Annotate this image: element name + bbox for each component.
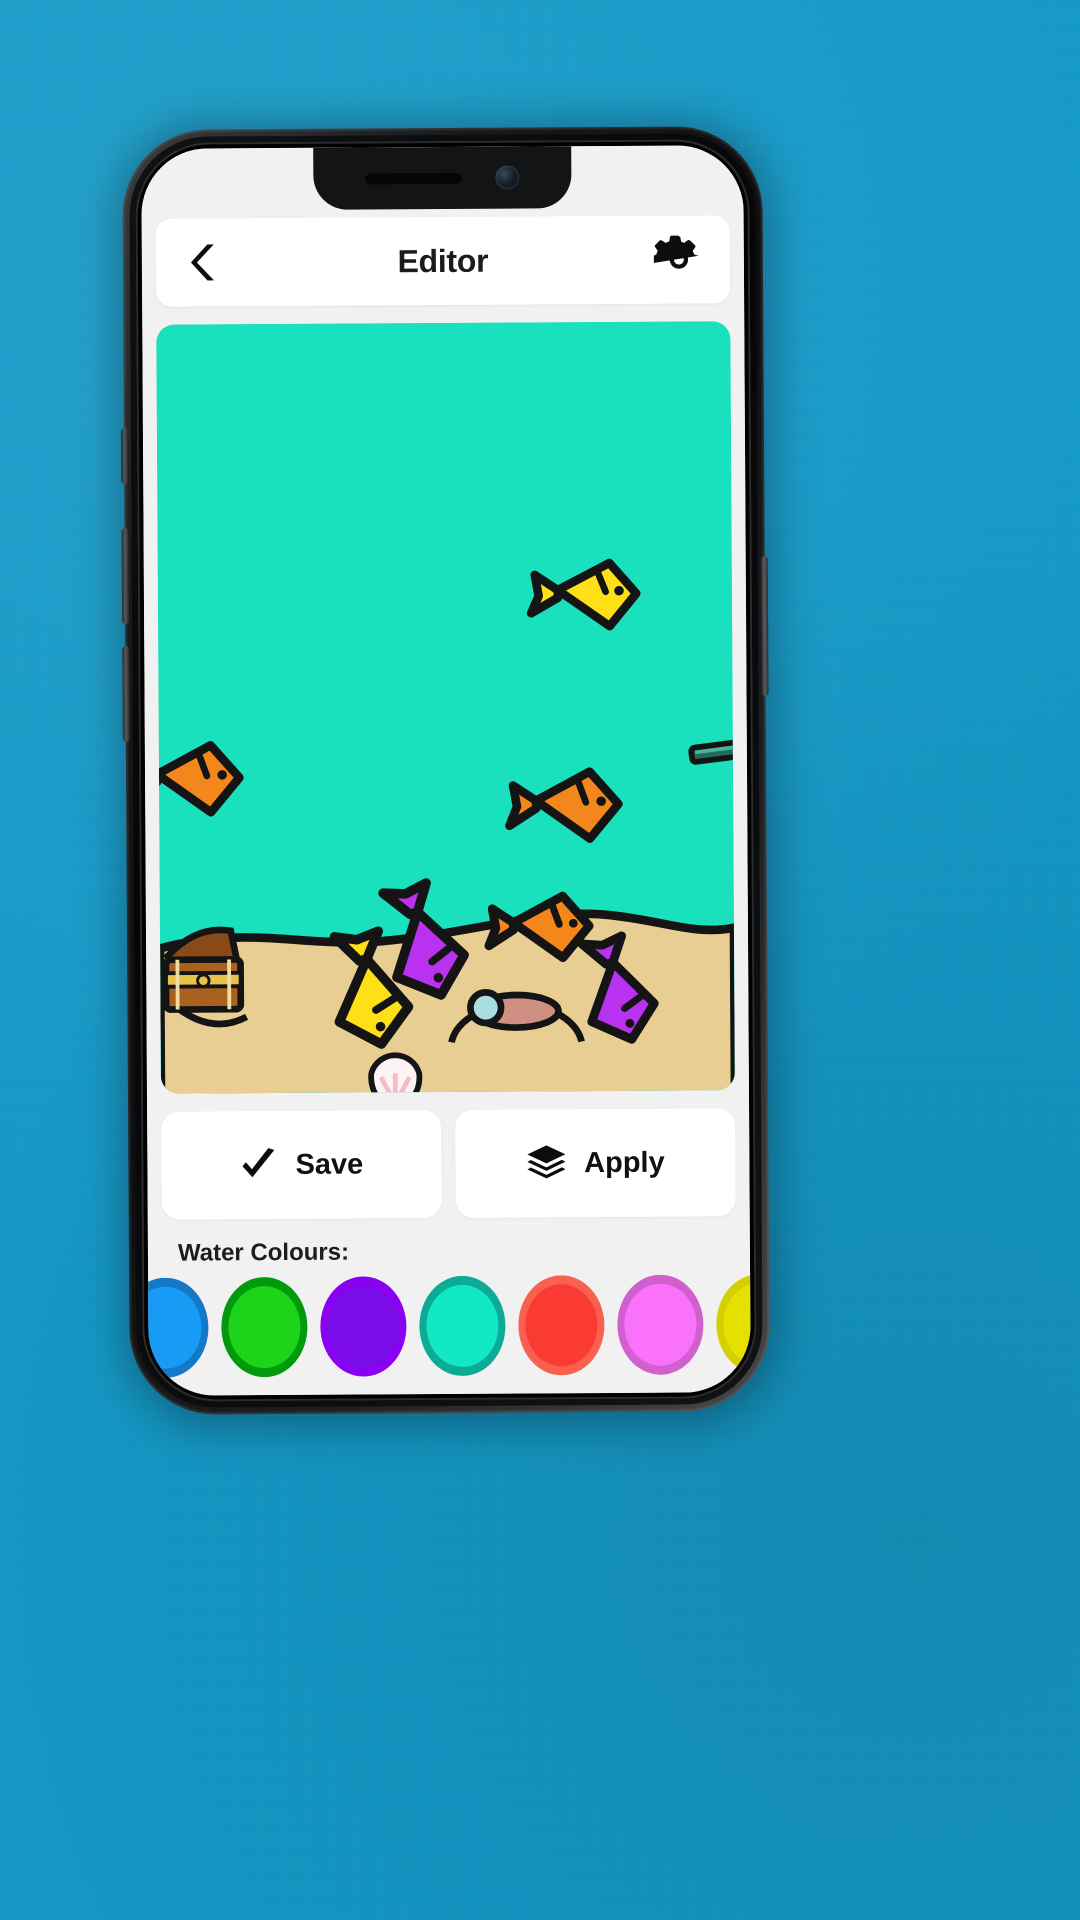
colour-swatch-inner: [723, 1282, 751, 1366]
apply-button[interactable]: Apply: [455, 1108, 736, 1218]
treasure-chest-prop: [162, 926, 249, 1028]
front-camera-icon: [495, 165, 520, 190]
colour-swatch-inner: [228, 1285, 301, 1369]
save-button-label: Save: [295, 1148, 364, 1181]
shell-prop: [368, 1052, 423, 1094]
colour-swatch-inner: [327, 1285, 400, 1368]
power-button[interactable]: [760, 556, 769, 697]
phone-mockup: Editor Save Apply Water Colours:: [116, 119, 781, 1429]
action-bar: Save Apply: [147, 1090, 750, 1220]
mute-switch[interactable]: [120, 427, 129, 484]
aquarium-scene: [156, 321, 735, 1094]
settings-button[interactable]: [653, 234, 704, 284]
colour-swatch-turquoise[interactable]: [419, 1275, 506, 1377]
layers-icon: [527, 1145, 566, 1179]
volume-up-button[interactable]: [121, 527, 130, 624]
colour-swatch-inner: [141, 1286, 202, 1369]
phone-body: Editor Save Apply Water Colours:: [122, 126, 770, 1415]
colour-swatch-pink[interactable]: [617, 1274, 704, 1375]
colour-swatch-green[interactable]: [221, 1276, 308, 1378]
colour-swatch-inner: [624, 1283, 697, 1366]
colour-swatch-inner: [525, 1284, 598, 1367]
earpiece-speaker: [365, 172, 462, 184]
volume-down-button[interactable]: [122, 645, 130, 742]
check-icon: [242, 1148, 275, 1178]
colour-swatch-inner: [426, 1284, 499, 1368]
app-root: Editor Save Apply Water Colours:: [141, 145, 751, 1396]
colour-swatch-red[interactable]: [518, 1275, 605, 1376]
chevron-left-icon: [190, 244, 215, 281]
phone-notch: [313, 146, 572, 210]
palette-section: Water Colours:: [141, 1216, 751, 1396]
palette-title: Water Colours:: [177, 1238, 350, 1267]
back-button[interactable]: [182, 240, 226, 284]
app-bar: Editor: [155, 215, 731, 307]
colour-swatch-row[interactable]: [141, 1274, 751, 1396]
apply-button-label: Apply: [584, 1146, 665, 1179]
preview-area: [142, 303, 749, 1094]
gear-icon: [653, 235, 699, 269]
page-title: Editor: [397, 242, 489, 279]
colour-swatch-blue[interactable]: [141, 1277, 209, 1378]
aquarium-canvas[interactable]: [156, 321, 735, 1094]
save-button[interactable]: Save: [161, 1110, 442, 1220]
colour-swatch-yellow[interactable]: [716, 1274, 751, 1375]
phone-screen: Editor Save Apply Water Colours:: [141, 145, 751, 1396]
colour-swatch-violet[interactable]: [320, 1276, 407, 1377]
